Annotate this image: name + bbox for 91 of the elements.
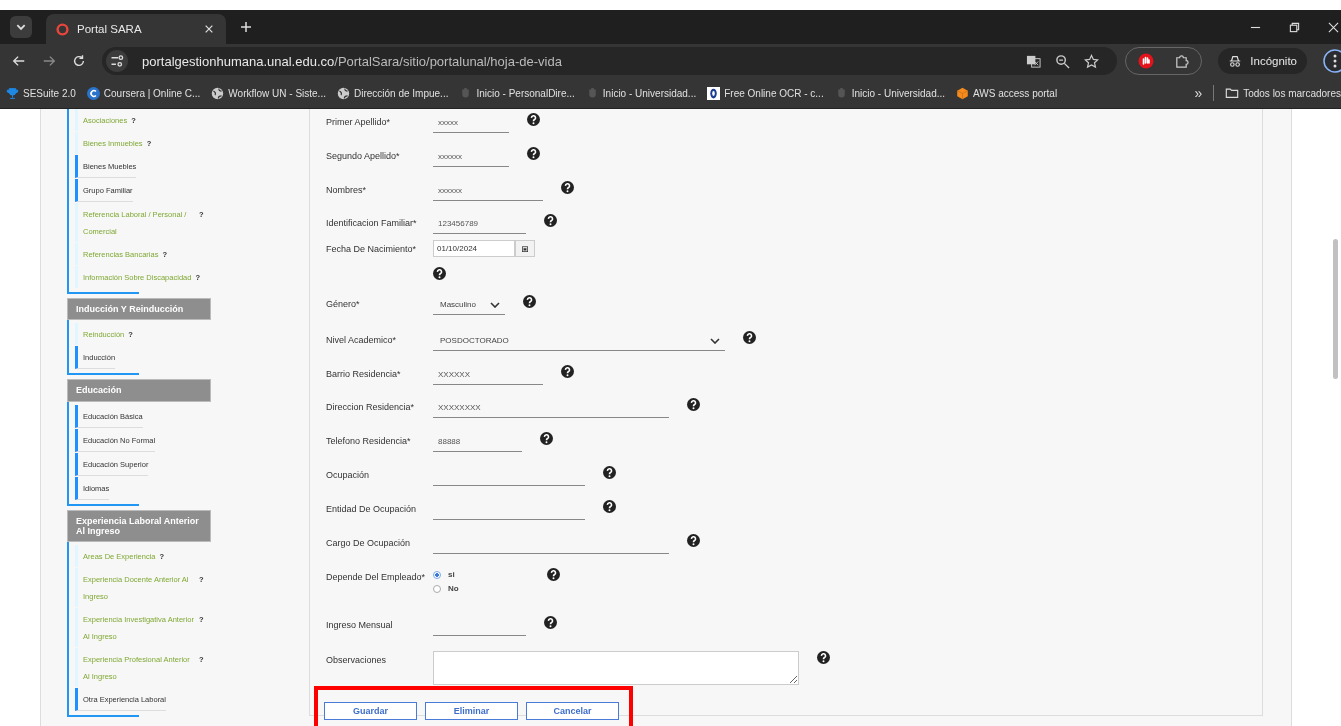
stop-hand-icon[interactable] [1138,53,1155,69]
c-logo-icon [86,86,100,100]
help-icon[interactable] [603,466,616,479]
globe-icon [211,86,225,100]
close-icon[interactable] [204,24,214,34]
bookmark-item[interactable]: Inicio - Universidad... [585,86,697,100]
field-label: Género* [326,298,361,309]
tab-list-icon[interactable] [10,16,32,38]
bookmark-item[interactable]: Inicio - PersonalDire... [459,86,575,100]
eye-logo-icon [707,86,721,100]
help-icon[interactable] [547,568,560,581]
calendar-button[interactable] [515,240,535,257]
address-bar[interactable]: portalgestionhumana.unal.edu.co/PortalSara/sitio/portalunal/hoja-de-vida [102,47,1118,75]
field-label: Observaciones [326,654,388,665]
scrollbar-thumb[interactable] [1333,239,1338,379]
date-field[interactable]: 01/10/2024 [433,240,515,257]
puzzle-icon[interactable] [1174,53,1190,69]
restore-icon[interactable] [1289,21,1300,33]
reload-icon[interactable] [72,54,86,68]
field-label: Fecha De Nacimiento* [326,243,418,254]
close-icon[interactable] [1328,21,1339,33]
help-icon[interactable] [523,295,536,308]
input-field[interactable]: xxxxx [433,113,509,133]
radio-option[interactable]: si [433,570,455,579]
all-bookmarks-button[interactable]: Todos los marcadores [1225,86,1341,100]
input-field[interactable]: 88888 [433,432,522,452]
help-icon[interactable] [540,432,553,445]
help-icon[interactable] [743,331,756,344]
field-label: Barrio Residencia* [326,368,402,379]
form-button[interactable]: Guardar [324,702,417,720]
field-label: Ingreso Mensual [326,619,394,630]
input-field[interactable]: XXXXXX [433,365,543,385]
forward-icon[interactable] [42,54,56,68]
incognito-badge[interactable]: Incógnito [1218,48,1307,74]
incognito-icon [1228,54,1243,68]
help-icon[interactable] [433,267,446,280]
help-icon[interactable] [544,214,557,227]
url-text: portalgestionhumana.unal.edu.co/PortalSara/sitio/portalunal/hoja-de-vida [142,53,562,69]
radio-option[interactable]: No [433,584,459,593]
back-icon[interactable] [12,54,26,68]
cube-icon [956,86,970,100]
bookmark-item[interactable]: SESuite 2.0 [6,86,76,100]
bookmark-item[interactable]: Coursera | Online C... [86,86,201,100]
help-icon[interactable] [817,651,830,664]
new-tab-icon[interactable] [240,21,252,33]
browser-tab[interactable]: Portal SARA [46,14,226,44]
field-label: Telefono Residencia* [326,435,412,446]
field-label: Direccion Residencia* [326,401,416,412]
field-label: Segundo Apellido* [326,150,401,161]
translate-icon[interactable] [1026,53,1042,69]
field-label: Nombres* [326,184,367,195]
zoom-icon[interactable] [1055,53,1071,69]
field-label: Entidad De Ocupación [326,503,418,514]
bookmark-item[interactable]: Workflow UN - Siste... [211,86,326,100]
folder-icon [1225,86,1240,100]
site-settings-icon[interactable] [106,50,128,72]
bookmark-item[interactable]: Inicio - Universidad... [834,86,946,100]
site-icon [56,22,69,36]
bookmark-item[interactable]: AWS access portal [956,86,1058,100]
bookmark-item[interactable]: Free Online OCR - c... [707,86,824,100]
input-field[interactable]: xxxxxx [433,147,509,167]
help-icon[interactable] [687,398,700,411]
field-label: Cargo De Ocupación [326,537,412,548]
input-field[interactable]: 123456789 [433,214,526,234]
star-icon[interactable] [1084,53,1100,69]
help-icon[interactable] [544,616,557,629]
dropdown[interactable]: Masculino [433,295,505,315]
more-bookmarks-button[interactable]: » [1194,85,1203,101]
help-icon[interactable] [687,534,700,547]
globe-icon [336,86,350,100]
help-icon[interactable] [603,500,616,513]
help-icon[interactable] [527,113,540,126]
trophy-icon [6,86,19,100]
field-label: Depende Del Empleado* [326,571,427,582]
dropdown[interactable]: POSDOCTORADO [433,331,725,351]
chevron-icon [710,337,720,344]
calendar-icon [522,245,528,252]
field-label: Primer Apellido* [326,116,392,127]
field-label: Identificacion Familiar* [326,217,418,228]
field-label: Nivel Academico* [326,334,398,345]
help-icon[interactable] [561,181,574,194]
field-label: Ocupación [326,469,371,480]
menu-icon[interactable] [1323,49,1341,73]
form-button[interactable]: Cancelar [526,702,619,720]
form-button[interactable]: Eliminar [425,702,518,720]
input-field[interactable]: xxxxxx [433,181,543,201]
help-icon[interactable] [561,365,574,378]
help-icon[interactable] [527,147,540,160]
input-field[interactable]: XXXXXXXX [433,398,669,418]
chevron-icon [490,301,500,308]
bookmark-item[interactable]: Dirección de Impue... [336,86,449,100]
